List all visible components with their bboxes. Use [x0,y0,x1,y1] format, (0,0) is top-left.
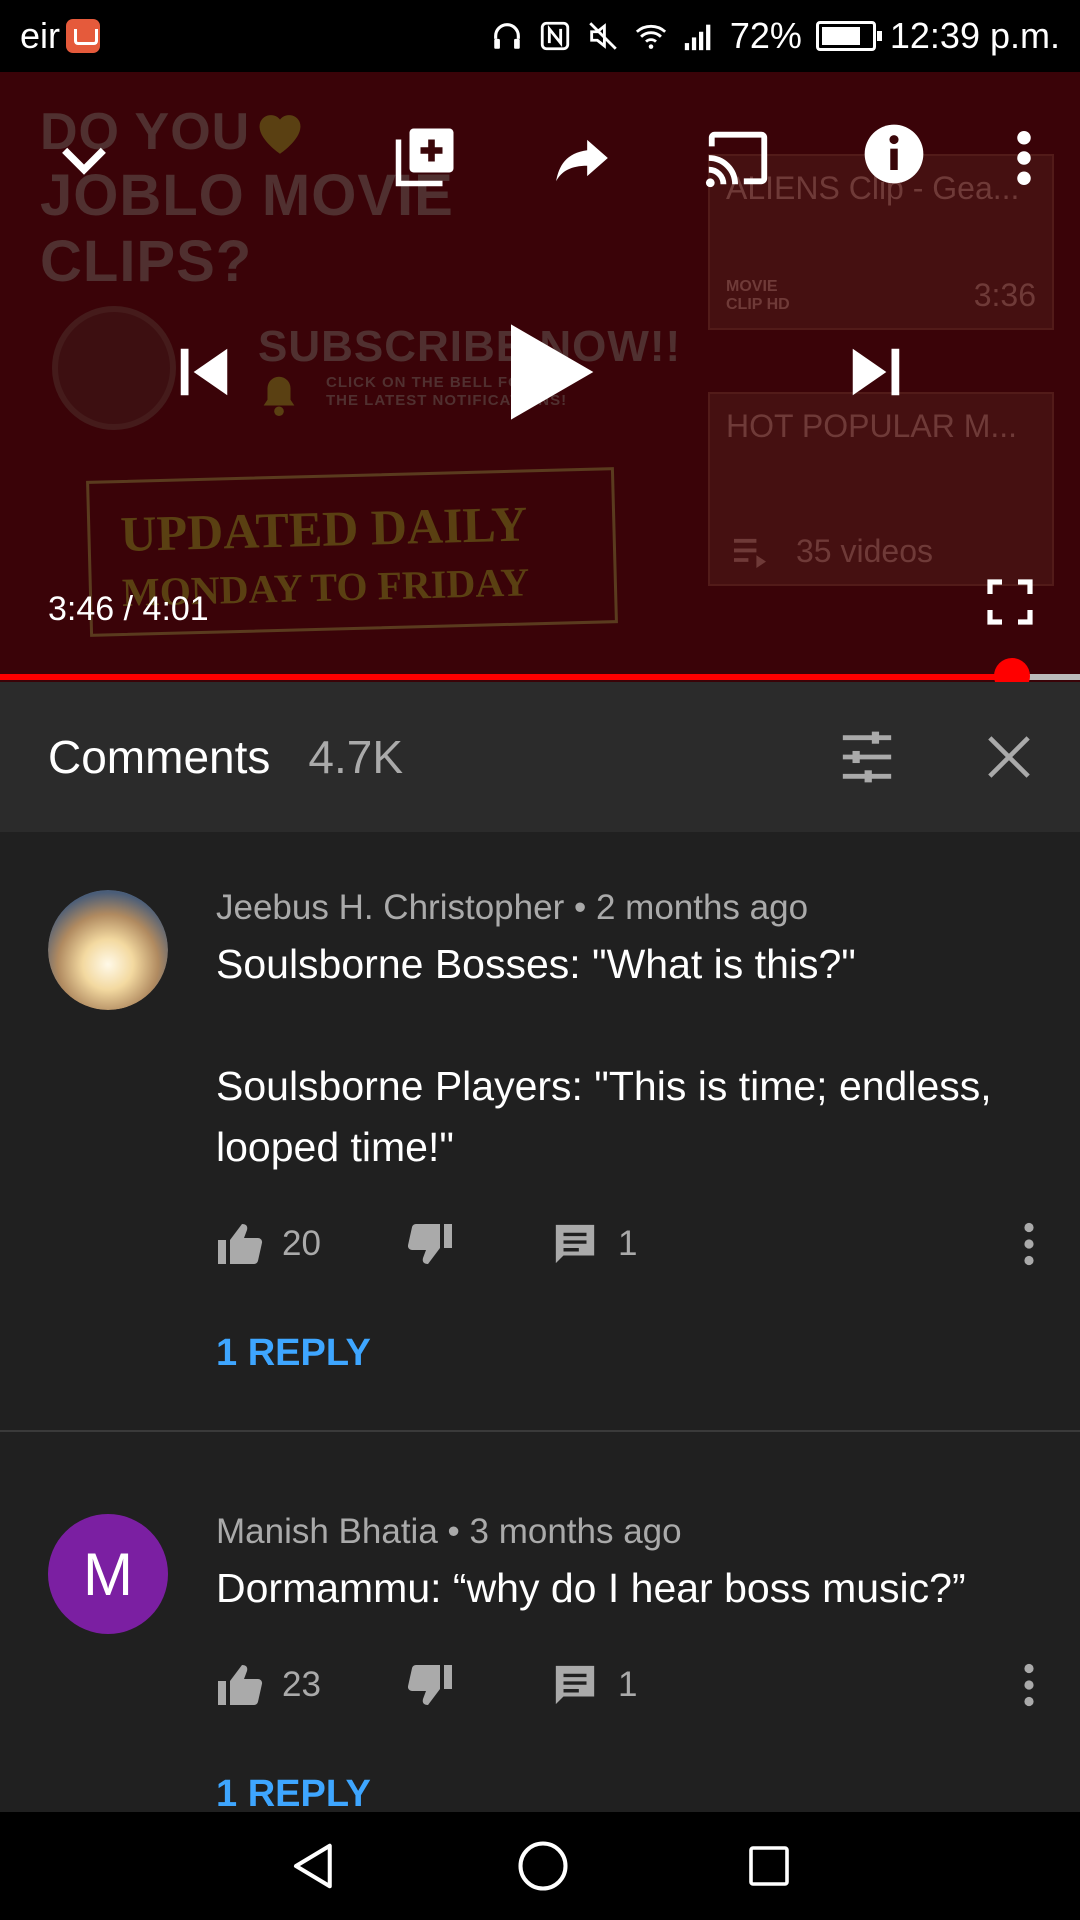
time-total: 4:01 [142,590,209,628]
comment-item: Jeebus H. Christopher • 2 months ago Sou… [0,854,1080,1375]
more-options-button[interactable] [994,116,1054,200]
thumbs-down-icon [407,1664,452,1705]
meta-separator: • [447,1512,460,1551]
dislike-button[interactable] [406,1661,454,1709]
inbox-notification-icon [66,19,101,53]
clock: 12:39 p.m. [889,15,1060,56]
chevron-down-icon [62,147,106,175]
comment-meta: Manish Bhatia • 3 months ago [216,1512,1080,1552]
recents-icon[interactable] [745,1842,793,1890]
play-button[interactable] [494,316,606,428]
back-icon[interactable] [287,1839,341,1893]
like-count: 20 [282,1224,321,1263]
playlist-add-icon [395,128,454,187]
comment-actions: 23 1 [216,1655,1080,1715]
reply-count: 1 [618,1224,638,1263]
status-bar: eir 72% 12:39 p.m. [0,0,1080,72]
time-separator: / [123,590,134,628]
wifi-icon [635,24,666,49]
comment-menu-button[interactable] [1022,1222,1036,1266]
home-icon[interactable] [516,1839,570,1893]
signal-icon [684,24,711,51]
comment-divider [0,1430,1080,1432]
more-vert-icon [1017,131,1031,185]
comments-header: Comments 4.7K [0,682,1080,832]
comments-count: 4.7K [308,731,404,783]
fullscreen-icon [987,579,1033,625]
reply-button[interactable]: 1 [552,1221,637,1267]
avatar[interactable]: M [48,1514,168,1634]
comment-age: 3 months ago [469,1512,682,1551]
more-vert-icon [1024,1663,1034,1707]
comment-age: 2 months ago [595,888,809,927]
info-button[interactable] [852,112,936,196]
play-icon [511,324,594,420]
previous-button[interactable] [166,334,242,410]
next-button[interactable] [838,334,914,410]
comments-list: Jeebus H. Christopher • 2 months ago Sou… [0,832,1080,1812]
more-vert-icon [1024,1222,1034,1266]
close-icon[interactable] [986,734,1032,780]
comments-title: Comments [48,731,271,783]
like-count: 23 [282,1665,321,1704]
thumbs-down-icon [407,1223,452,1264]
reply-count: 1 [618,1665,638,1704]
seek-bar[interactable] [0,658,1080,682]
battery-charging-icon [815,21,882,51]
avatar-letter: M [83,1540,133,1608]
seek-bar-played [0,674,1012,680]
thumbs-up-icon [218,1224,263,1265]
meta-separator: • [573,888,587,927]
comment-text: Soulsborne Bosses: "What is this?" Souls… [216,941,992,1170]
add-to-playlist-button[interactable] [386,116,466,196]
battery-percent: 72% [729,15,802,56]
headphones-icon [493,23,520,49]
minimize-button[interactable] [46,122,122,198]
like-button[interactable]: 23 [216,1661,321,1709]
view-replies-link[interactable]: 1 REPLY [216,1773,1080,1812]
comment-meta: Jeebus H. Christopher • 2 months ago [216,888,1080,928]
carrier-label: eir [20,15,61,56]
system-nav-bar [0,1812,1080,1920]
comment-actions: 20 1 [216,1214,1080,1274]
fullscreen-button[interactable] [980,572,1040,632]
reply-button[interactable]: 1 [552,1662,637,1708]
time-display: 3:46 / 4:01 [48,590,209,629]
mute-icon [589,22,617,50]
dislike-button[interactable] [406,1220,454,1268]
skip-previous-icon [180,348,228,396]
video-player[interactable]: DO YOU JOBLO MOVIE CLIPS? SUBSCRIBE NOW!… [0,72,1080,682]
comment-author[interactable]: Jeebus H. Christopher [216,888,564,927]
comment-icon [555,1224,595,1264]
like-button[interactable]: 20 [216,1220,321,1268]
comment-author[interactable]: Manish Bhatia [216,1512,438,1551]
avatar[interactable] [48,890,168,1010]
comment-menu-button[interactable] [1022,1663,1036,1707]
sort-filter-icon[interactable] [838,728,896,786]
skip-next-icon [852,348,900,396]
cast-button[interactable] [696,116,780,200]
share-button[interactable] [542,118,622,198]
thumbs-up-icon [218,1665,263,1706]
carrier: eir [20,15,101,57]
comment-item: M Manish Bhatia • 3 months ago Dormammu:… [0,1478,1080,1812]
info-icon [864,124,924,184]
comment-icon [555,1665,595,1705]
time-current: 3:46 [48,590,115,628]
share-icon [556,139,608,182]
comment-text: Dormammu: “why do I hear boss music?” [216,1565,966,1611]
nfc-icon [540,21,569,51]
cast-icon [705,131,768,188]
view-replies-link[interactable]: 1 REPLY [216,1332,1080,1375]
